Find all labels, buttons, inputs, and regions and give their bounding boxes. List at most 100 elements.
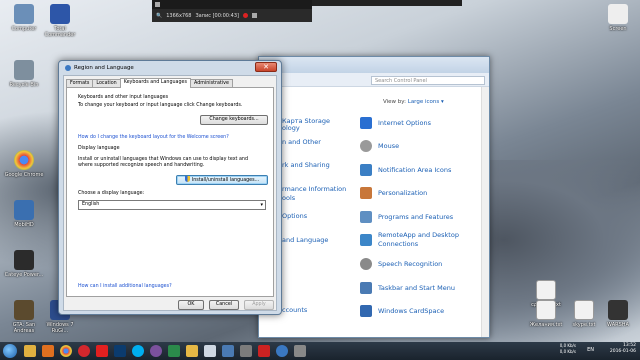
cp-item-label: Mouse xyxy=(378,142,400,150)
cp-item-label: Programs and Features xyxy=(378,213,454,221)
chrome-icon xyxy=(14,150,34,170)
desktop-icon-mobihd[interactable]: MobiHD xyxy=(2,200,46,228)
folder-icon xyxy=(608,4,628,24)
recorder-logo-icon xyxy=(155,2,160,7)
desktop-icon-total-commander[interactable]: Total Commander xyxy=(38,4,82,38)
app-icon[interactable] xyxy=(168,345,180,357)
stop-icon[interactable] xyxy=(251,13,257,18)
desktop-icon-recycle-bin[interactable]: Recycle Bin xyxy=(2,60,46,88)
ok-button[interactable]: OK xyxy=(178,300,204,310)
dialog-title: Region and Language xyxy=(74,65,134,71)
zoom-icon[interactable]: 🔍 xyxy=(156,13,162,19)
cp-item-programs-features[interactable]: Programs and Features xyxy=(360,211,453,223)
opera-icon[interactable] xyxy=(78,345,90,357)
cp-left-item-4[interactable]: rk and Sharing xyxy=(282,161,330,169)
display-language-select[interactable]: English ▾ xyxy=(78,200,266,210)
uac-shield-icon xyxy=(184,176,190,182)
recorder-resolution: 1366x768 xyxy=(166,12,192,19)
recorder-controls: 🔍 1366x768 Запис [00:00:43] xyxy=(152,9,312,22)
top-info-strip xyxy=(312,0,462,6)
install-uninstall-label: Install/uninstall languages... xyxy=(191,178,260,183)
cp-item-speech-recognition[interactable]: Speech Recognition xyxy=(360,258,442,270)
clock[interactable]: 13:52 2016-01-06 xyxy=(610,343,636,355)
cp-left-item-6[interactable]: ools xyxy=(282,194,295,202)
notepad-icon[interactable] xyxy=(204,345,216,357)
viber-icon[interactable] xyxy=(150,345,162,357)
cp-left-item-9[interactable]: ccounts xyxy=(282,306,307,314)
display-language-group-title: Display language xyxy=(78,146,120,151)
cp-item-label: Windows CardSpace xyxy=(378,307,445,315)
close-button[interactable]: ✕ xyxy=(255,62,277,72)
view-by-label: View by: xyxy=(383,99,406,105)
cancel-button[interactable]: Cancel xyxy=(209,300,239,310)
cp-left-item-7[interactable]: Options xyxy=(282,212,307,220)
display-language-description-2: where supported recognize speech and han… xyxy=(78,163,205,168)
desktop-icon-warsha[interactable]: WARSHA xyxy=(596,300,640,328)
chevron-down-icon: ▾ xyxy=(260,202,263,208)
cp-item-remoteapp[interactable]: RemoteApp and Desktop Connections xyxy=(360,231,475,249)
media-player-icon[interactable] xyxy=(42,345,54,357)
folder-icon[interactable] xyxy=(186,345,198,357)
keyboards-group-title: Keyboards and other input languages xyxy=(78,95,169,100)
view-by[interactable]: View by: Large icons ▾ xyxy=(383,99,444,105)
control-panel-scrollbar[interactable] xyxy=(481,87,489,337)
cp-left-item-8[interactable]: and Language xyxy=(282,236,328,244)
desktop-icon-label: Computer xyxy=(11,26,37,32)
record-icon[interactable] xyxy=(242,13,248,18)
start-button[interactable] xyxy=(3,344,17,358)
desktop-icon-label: Recycle Bin xyxy=(9,82,39,88)
recorder-icon[interactable] xyxy=(258,345,270,357)
file-explorer-icon[interactable] xyxy=(24,345,36,357)
clock-date: 2016-01-06 xyxy=(609,349,636,354)
cp-item-taskbar-start-menu[interactable]: Taskbar and Start Menu xyxy=(360,282,455,294)
game-icon[interactable] xyxy=(240,345,252,357)
computer-icon xyxy=(14,4,34,24)
desktop-icon-google-chrome[interactable]: Google Chrome xyxy=(2,150,46,178)
language-indicator[interactable]: EN xyxy=(587,347,594,353)
change-keyboards-button[interactable]: Change keyboards... xyxy=(200,115,268,125)
control-panel-titlebar xyxy=(259,57,489,73)
cp-item-internet-options[interactable]: Internet Options xyxy=(360,117,431,129)
install-uninstall-languages-button[interactable]: Install/uninstall languages... xyxy=(176,175,268,185)
region-language-icon[interactable] xyxy=(276,345,288,357)
desktop-icon-label: WARSHA xyxy=(607,322,629,328)
cp-item-label: Speech Recognition xyxy=(378,260,443,268)
region-language-dialog: Region and Language ✕ Formats Location K… xyxy=(58,60,282,315)
personalization-icon xyxy=(360,187,372,199)
desktop-icon-cateye[interactable]: Cateye Power... xyxy=(2,250,46,278)
desktop-icon-label: Total Commander xyxy=(44,26,76,38)
display-language-value: English xyxy=(82,202,100,207)
desktop-icon-screen[interactable]: Screen xyxy=(596,4,640,32)
cp-left-item-5[interactable]: rmance Information xyxy=(282,185,346,193)
network-speed: 0,0 Kb/s 0,0 Kb/s xyxy=(560,343,576,355)
view-by-value[interactable]: Large icons ▾ xyxy=(408,99,444,105)
yandex-icon[interactable] xyxy=(96,345,108,357)
cp-item-personalization[interactable]: Personalization xyxy=(360,187,427,199)
desktop-icon-label: MobiHD xyxy=(14,222,34,228)
apply-button[interactable]: Apply xyxy=(244,300,274,310)
internet-options-icon xyxy=(360,117,372,129)
cardspace-icon xyxy=(360,305,372,317)
cp-item-cardspace[interactable]: Windows CardSpace xyxy=(360,305,444,317)
cp-item-mouse[interactable]: Mouse xyxy=(360,140,399,152)
mouse-icon xyxy=(360,140,372,152)
skype-icon[interactable] xyxy=(132,345,144,357)
tab-keyboards-languages[interactable]: Keyboards and Languages xyxy=(119,78,191,88)
cp-left-item-3[interactable]: n and Other xyxy=(282,138,321,146)
control-panel-search-input[interactable]: Search Control Panel xyxy=(371,76,485,85)
desktop-icon-label: Желания.txt xyxy=(529,322,563,328)
settings-icon[interactable] xyxy=(294,345,306,357)
keyboards-languages-panel: Keyboards and other input languages To c… xyxy=(66,87,274,297)
install-additional-languages-link[interactable]: How can I install additional languages? xyxy=(78,284,172,289)
cp-item-label: Personalization xyxy=(378,189,428,197)
game-icon xyxy=(608,300,628,320)
cp-left-item-2[interactable]: ology xyxy=(282,124,300,132)
programs-features-icon xyxy=(360,211,372,223)
welcome-screen-keyboard-link[interactable]: How do I change the keyboard layout for … xyxy=(78,135,229,140)
screen-recorder-bar: 🔍 1366x768 Запис [00:00:43] xyxy=(152,0,312,22)
microphone-icon xyxy=(360,258,372,270)
control-panel-icon[interactable] xyxy=(222,345,234,357)
chrome-icon[interactable] xyxy=(60,345,72,357)
cp-item-notification-area[interactable]: Notification Area Icons xyxy=(360,164,451,176)
photoshop-icon[interactable] xyxy=(114,345,126,357)
